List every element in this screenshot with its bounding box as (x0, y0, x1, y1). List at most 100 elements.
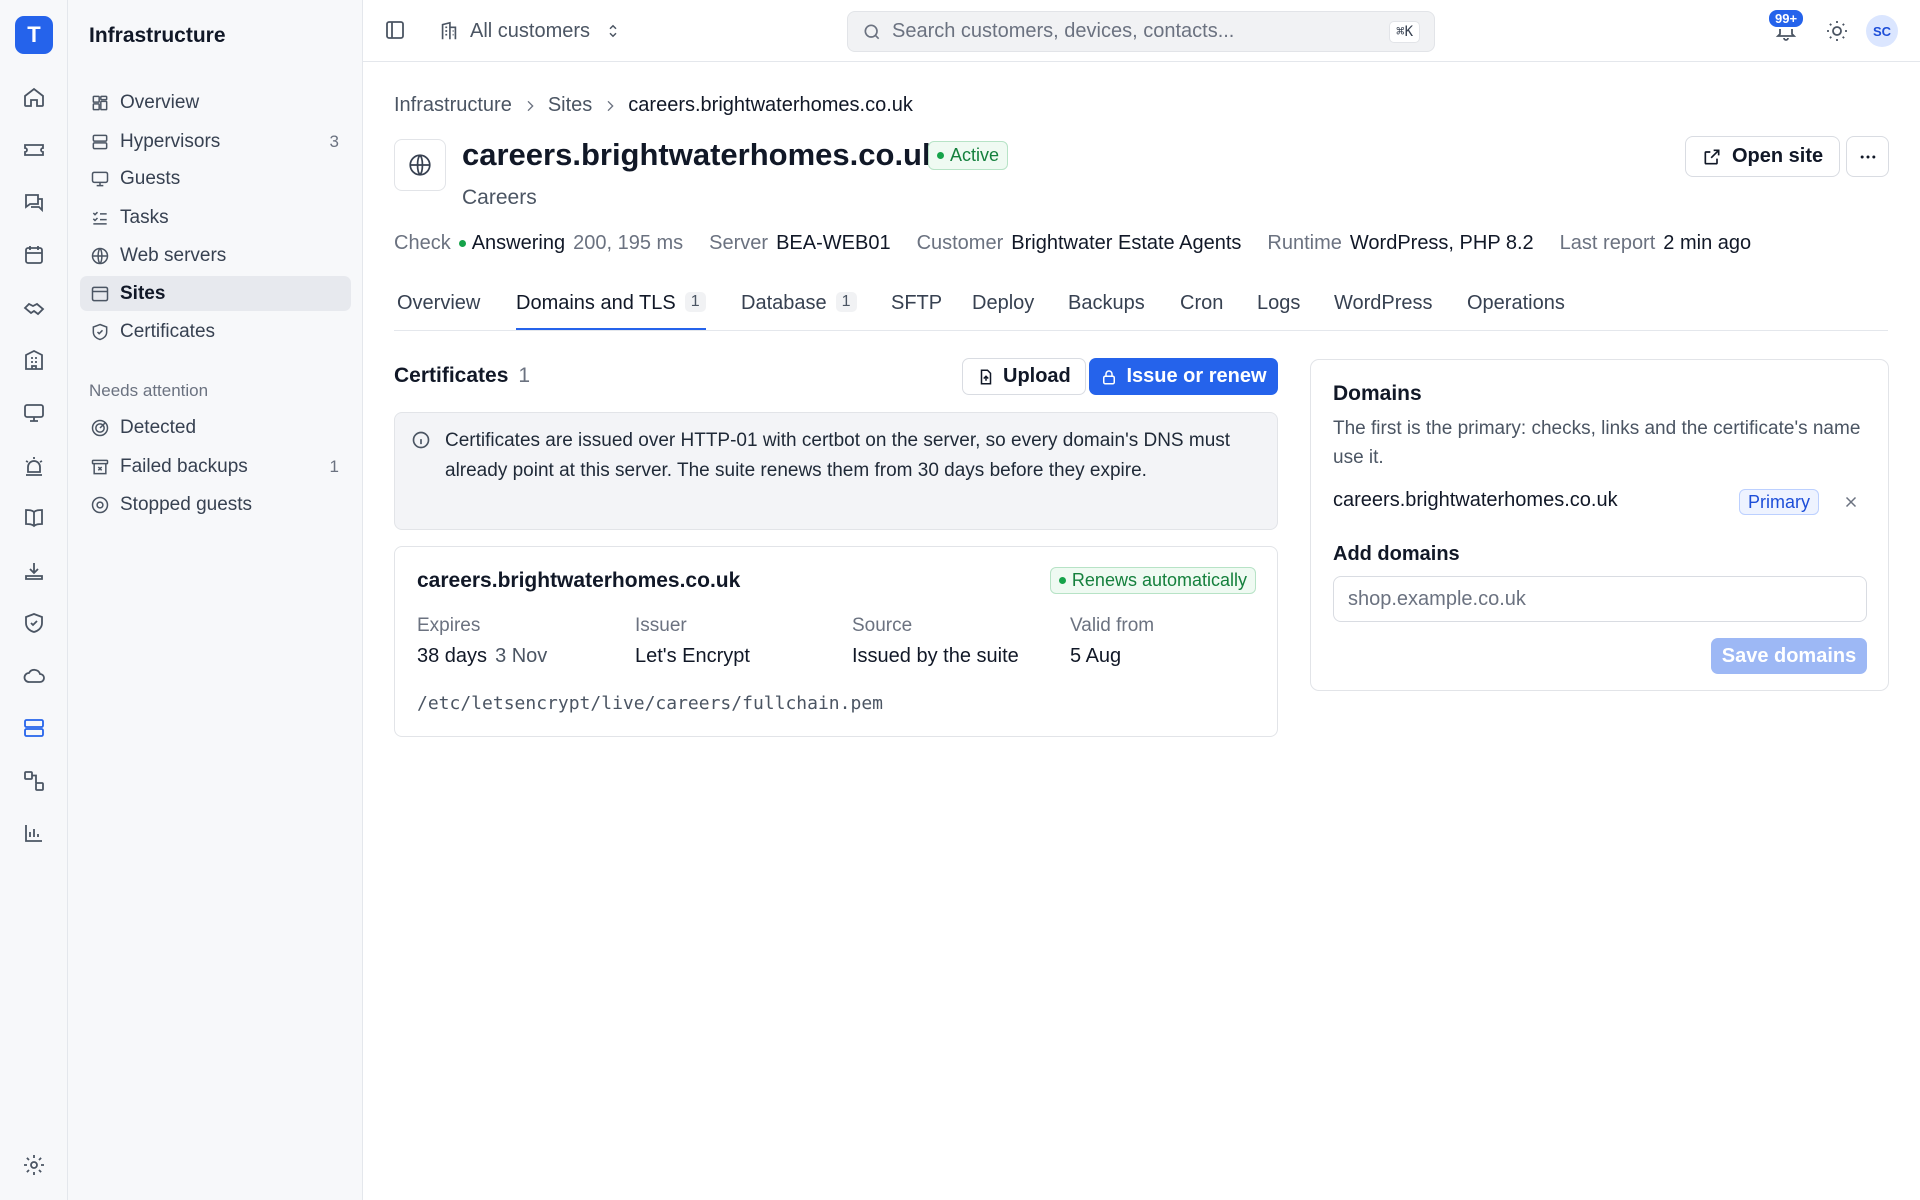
sidebar-item-overview[interactable]: Overview (80, 85, 351, 120)
workflow-icon[interactable] (19, 766, 49, 796)
sidebar-item-tasks[interactable]: Tasks (80, 200, 351, 235)
monitor-icon (89, 168, 111, 190)
meta-label: Last report (1559, 232, 1656, 254)
sidebar-item-certificates[interactable]: Certificates (80, 314, 351, 349)
sidebar-item-detected[interactable]: Detected (80, 410, 351, 445)
server-icon[interactable] (19, 713, 49, 743)
section-title: Certificates (394, 364, 509, 387)
meta-value[interactable]: BEA-WEB01 (776, 232, 890, 255)
meta-runtime: Runtime WordPress, PHP 8.2 (1267, 232, 1533, 255)
sidebar-item-label: Certificates (120, 320, 216, 342)
sidebar-item-label: Tasks (120, 206, 169, 228)
tab-count: 1 (835, 292, 857, 312)
open-site-label: Open site (1732, 145, 1824, 167)
sidebar-item-sites[interactable]: Sites (80, 276, 351, 311)
calendar-icon[interactable] (19, 240, 49, 270)
sidebar-section-label: Needs attention (89, 381, 209, 400)
more-actions-button[interactable] (1846, 136, 1889, 177)
building-icon[interactable] (19, 345, 49, 375)
field-valid-from: Valid from 5 Aug (1070, 615, 1154, 668)
breadcrumb-item[interactable]: Infrastructure (394, 94, 512, 117)
open-site-button[interactable]: Open site (1685, 136, 1841, 177)
upload-button-label: Upload (1003, 365, 1071, 387)
monitor-icon[interactable] (19, 398, 49, 428)
sidebar: Infrastructure Overview Hypervisors 3 Gu… (68, 0, 363, 1200)
tab-operations[interactable]: Operations (1467, 292, 1565, 330)
sidebar-item-web-servers[interactable]: Web servers (80, 238, 351, 273)
site-meta: Check Answering 200, 195 ms Server BEA-W… (394, 232, 1777, 255)
server-icon (89, 131, 111, 153)
upload-button[interactable]: Upload (962, 358, 1086, 395)
tab-backups[interactable]: Backups (1068, 292, 1145, 330)
field-label: Issuer (635, 615, 687, 636)
sidebar-item-label: Detected (120, 416, 197, 438)
shield-icon[interactable] (19, 608, 49, 638)
user-avatar[interactable]: SC (1866, 15, 1898, 47)
badge-check-icon (89, 321, 111, 343)
field-expires: Expires 38 days 3 Nov (417, 615, 547, 668)
customer-selector-label: All customers (470, 19, 591, 42)
remove-domain-icon[interactable] (1842, 493, 1860, 511)
global-search[interactable]: ⌘K (847, 11, 1435, 52)
issue-button-label: Issue or renew (1126, 365, 1267, 387)
search-input[interactable] (892, 20, 1390, 43)
tab-cron[interactable]: Cron (1180, 292, 1223, 330)
primary-badge: Primary (1739, 489, 1819, 515)
field-issuer: Issuer Let's Encrypt (635, 615, 750, 668)
ticket-icon[interactable] (19, 135, 49, 165)
sidebar-item-failed-backups[interactable]: Failed backups 1 (80, 449, 351, 484)
bar-chart-icon[interactable] (19, 818, 49, 848)
page-subtitle: Careers (462, 186, 537, 209)
tab-label: Cron (1180, 292, 1224, 314)
chevron-right-icon (527, 100, 534, 111)
tab-label: Domains and TLS (516, 292, 676, 314)
tab-domains-and-tls[interactable]: Domains and TLS 1 (516, 292, 706, 330)
save-domains-button[interactable]: Save domains (1711, 638, 1867, 674)
app-logo[interactable]: T (15, 16, 53, 54)
meta-check: Check Answering 200, 195 ms (394, 232, 683, 255)
sidebar-item-guests[interactable]: Guests (80, 161, 351, 196)
tab-database[interactable]: Database 1 (741, 292, 857, 330)
book-icon[interactable] (19, 503, 49, 533)
breadcrumb-item[interactable]: Sites (548, 94, 592, 117)
customer-selector[interactable]: All customers (438, 14, 622, 48)
home-icon[interactable] (19, 82, 49, 112)
meta-label: Customer (916, 232, 1004, 254)
tab-sftp[interactable]: SFTP (891, 292, 942, 330)
alarm-icon[interactable] (19, 451, 49, 481)
sidebar-item-stopped-guests[interactable]: Stopped guests (80, 487, 351, 522)
handshake-icon[interactable] (19, 293, 49, 323)
meta-label: Check (394, 232, 451, 254)
tab-label: WordPress (1334, 292, 1433, 314)
certificates-count: 1 (518, 364, 531, 387)
archive-x-icon (89, 456, 111, 478)
add-domains-input[interactable] (1333, 576, 1867, 622)
chat-icon[interactable] (19, 187, 49, 217)
tab-label: Logs (1257, 292, 1301, 314)
browser-window-icon (89, 283, 111, 305)
tab-label: SFTP (891, 292, 943, 314)
tab-logs[interactable]: Logs (1257, 292, 1300, 330)
field-value: 38 days (417, 645, 488, 667)
certificates-heading: Certificates 1 (394, 364, 530, 388)
status-dot (1058, 577, 1066, 584)
meta-value: WordPress, PHP 8.2 (1349, 232, 1534, 254)
cloud-icon[interactable] (19, 661, 49, 691)
sun-icon[interactable] (1825, 19, 1849, 43)
tab-wordpress[interactable]: WordPress (1334, 292, 1433, 330)
checklist-icon (89, 207, 111, 229)
tab-overview[interactable]: Overview (397, 292, 480, 330)
meta-value[interactable]: Brightwater Estate Agents (1011, 232, 1241, 255)
sidebar-toggle-icon[interactable] (383, 18, 407, 42)
download-icon[interactable] (19, 556, 49, 586)
sidebar-item-label: Guests (120, 167, 181, 189)
info-text: Certificates are issued over HTTP-01 wit… (445, 430, 1231, 481)
breadcrumb-current: careers.brightwaterhomes.co.uk (628, 94, 913, 116)
meta-label: Server (709, 232, 769, 254)
settings-gear-icon[interactable] (19, 1150, 49, 1180)
status-badge-label: Active (950, 145, 1000, 165)
sidebar-item-hypervisors[interactable]: Hypervisors 3 (80, 124, 351, 159)
tab-deploy[interactable]: Deploy (972, 292, 1034, 330)
issue-or-renew-button[interactable]: Issue or renew (1089, 358, 1278, 395)
topbar: All customers ⌘K 99+ SC (363, 0, 1920, 62)
